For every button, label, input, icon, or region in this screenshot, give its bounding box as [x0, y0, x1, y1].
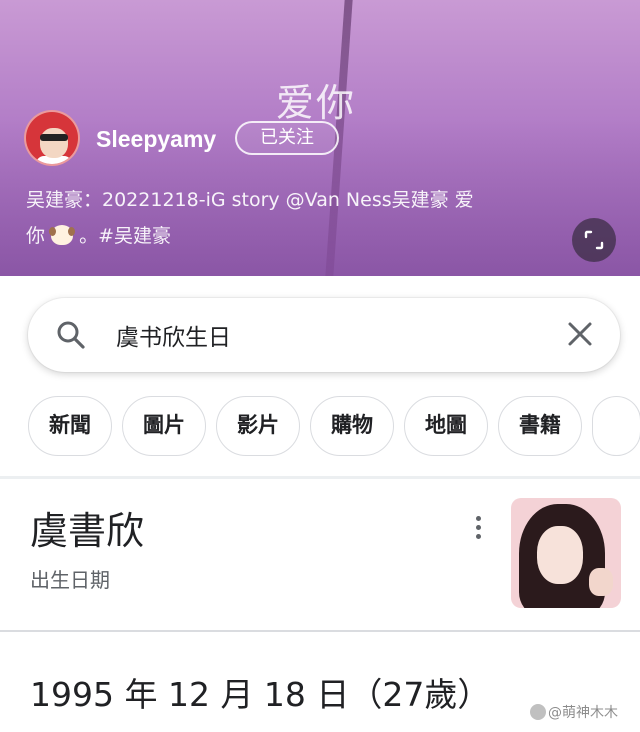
- chip-more[interactable]: [592, 396, 640, 456]
- avatar-face: [40, 128, 68, 158]
- close-icon[interactable]: [566, 320, 594, 348]
- photo-face: [537, 526, 583, 584]
- filter-chips: 新聞 圖片 影片 購物 地圖 書籍: [28, 396, 640, 458]
- chip-shopping[interactable]: 購物: [310, 396, 394, 456]
- caption-text-a: 你: [26, 225, 46, 247]
- caption-line-2: 你 。#吴建豪: [26, 218, 546, 254]
- dog-face-icon: [49, 225, 76, 245]
- follow-button[interactable]: 已关注: [235, 121, 339, 155]
- video-post[interactable]: 爱你 Sleepyamy 已关注 吴建豪：20221218-iG story @…: [0, 0, 640, 276]
- section-divider: [0, 476, 640, 479]
- avatar[interactable]: [24, 110, 80, 166]
- watermark-text: @萌神木木: [548, 705, 618, 721]
- avatar-glasses: [40, 134, 68, 141]
- chip-maps[interactable]: 地圖: [404, 396, 488, 456]
- search-input[interactable]: 虞书欣生日: [116, 318, 231, 352]
- chip-news[interactable]: 新聞: [28, 396, 112, 456]
- fullscreen-button[interactable]: [572, 218, 616, 262]
- caption-line-1: 吴建豪：20221218-iG story @Van Ness吴建豪 爱: [26, 189, 474, 211]
- username[interactable]: Sleepyamy: [96, 126, 216, 153]
- caption-hashtag[interactable]: 。#吴建豪: [79, 225, 171, 247]
- search-bar[interactable]: 虞书欣生日: [28, 298, 620, 372]
- search-icon[interactable]: [56, 320, 86, 350]
- birth-date-answer: 1995 年 12 月 18 日（27歲）: [30, 675, 491, 714]
- result-subtitle: 出生日期: [30, 568, 110, 592]
- watermark-logo-icon: [530, 704, 546, 720]
- chip-books[interactable]: 書籍: [498, 396, 582, 456]
- chip-videos[interactable]: 影片: [216, 396, 300, 456]
- more-vert-icon[interactable]: [470, 516, 486, 546]
- chip-images[interactable]: 圖片: [122, 396, 206, 456]
- result-divider: [0, 630, 640, 632]
- result-title[interactable]: 虞書欣: [30, 500, 144, 555]
- result-photo[interactable]: [511, 498, 621, 608]
- post-title: 爱你: [276, 81, 357, 125]
- fullscreen-icon: [584, 230, 604, 250]
- photo-hand: [589, 568, 613, 596]
- watermark: @萌神木木: [530, 702, 618, 722]
- post-caption: 吴建豪：20221218-iG story @Van Ness吴建豪 爱 你 。…: [26, 182, 546, 254]
